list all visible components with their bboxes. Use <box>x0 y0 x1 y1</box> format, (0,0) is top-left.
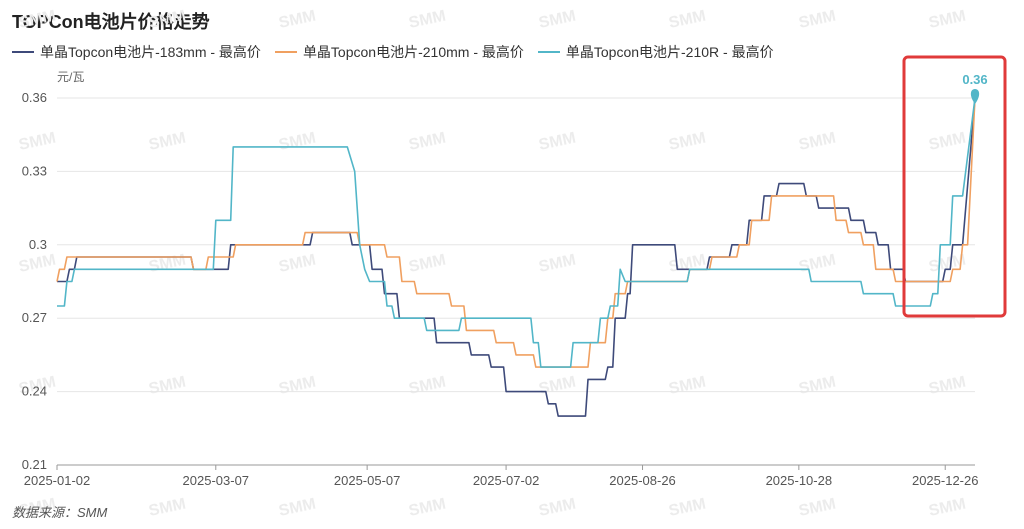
watermark-text: SMM <box>667 252 707 276</box>
watermark-text: SMM <box>927 496 967 520</box>
watermark-text: SMM <box>277 496 317 520</box>
watermark-text: SMM <box>667 374 707 398</box>
watermark-text: SMM <box>277 374 317 398</box>
x-tick-label: 2025-03-07 <box>183 473 250 488</box>
y-tick-label: 0.24 <box>22 384 47 399</box>
watermark-text: SMM <box>537 252 577 276</box>
watermark-text: SMM <box>537 8 577 32</box>
watermark-text: SMM <box>797 374 837 398</box>
watermark-text: SMM <box>147 8 187 32</box>
annotation-label: 0.36 <box>962 72 987 87</box>
line-chart: SMM SMM SMM SMM SMM SMM SMM SMM SMM SMM SMM SMM SMM S… <box>17 8 1007 520</box>
watermark-text: SMM <box>17 130 57 154</box>
watermark-text: SMM <box>407 496 447 520</box>
watermark-text: SMM <box>17 8 57 32</box>
annotation-pin <box>970 89 980 104</box>
y-tick-label: 0.27 <box>22 310 47 325</box>
y-tick-label: 0.33 <box>22 163 47 178</box>
watermark-text: SMM <box>537 496 577 520</box>
watermark-text: SMM <box>797 252 837 276</box>
watermark-text: SMM <box>407 130 447 154</box>
watermark-text: SMM <box>537 130 577 154</box>
watermark-text: SMM <box>277 252 317 276</box>
x-tick-label: 2025-08-26 <box>609 473 676 488</box>
watermark-text: SMM <box>797 130 837 154</box>
y-tick-label: 0.36 <box>22 90 47 105</box>
series-line-0 <box>57 97 976 417</box>
watermark-text: SMM <box>147 374 187 398</box>
y-tick-label: 0.21 <box>22 457 47 472</box>
x-tick-label: 2025-01-02 <box>24 473 91 488</box>
watermark-text: SMM <box>277 8 317 32</box>
x-tick-label: 2025-10-28 <box>766 473 833 488</box>
watermark-text: SMM <box>277 130 317 154</box>
watermark-text: SMM <box>407 374 447 398</box>
highlight-box <box>902 55 1007 318</box>
watermark-text: SMM <box>927 130 967 154</box>
watermark-text: SMM <box>407 8 447 32</box>
data-source: 数据来源：SMM <box>12 505 108 520</box>
watermark-text: SMM <box>797 496 837 520</box>
watermark-text: SMM <box>17 252 57 276</box>
watermark-text: SMM <box>927 8 967 32</box>
watermark-text: SMM <box>667 8 707 32</box>
y-tick-label: 0.3 <box>29 237 47 252</box>
series-line-1 <box>56 97 976 368</box>
watermark-text: SMM <box>537 374 577 398</box>
watermark-text: SMM <box>927 374 967 398</box>
x-tick-label: 2025-12-26 <box>912 473 979 488</box>
x-tick-label: 2025-07-02 <box>473 473 540 488</box>
watermark-text: SMM <box>147 496 187 520</box>
series-line-2 <box>57 97 976 368</box>
watermark-text: SMM <box>667 496 707 520</box>
watermark-text: SMM <box>407 252 447 276</box>
watermark-text: SMM <box>797 8 837 32</box>
watermark-text: SMM <box>147 130 187 154</box>
watermark-text: SMM <box>667 130 707 154</box>
watermark-text: SMM <box>147 252 187 276</box>
x-tick-label: 2025-05-07 <box>334 473 401 488</box>
